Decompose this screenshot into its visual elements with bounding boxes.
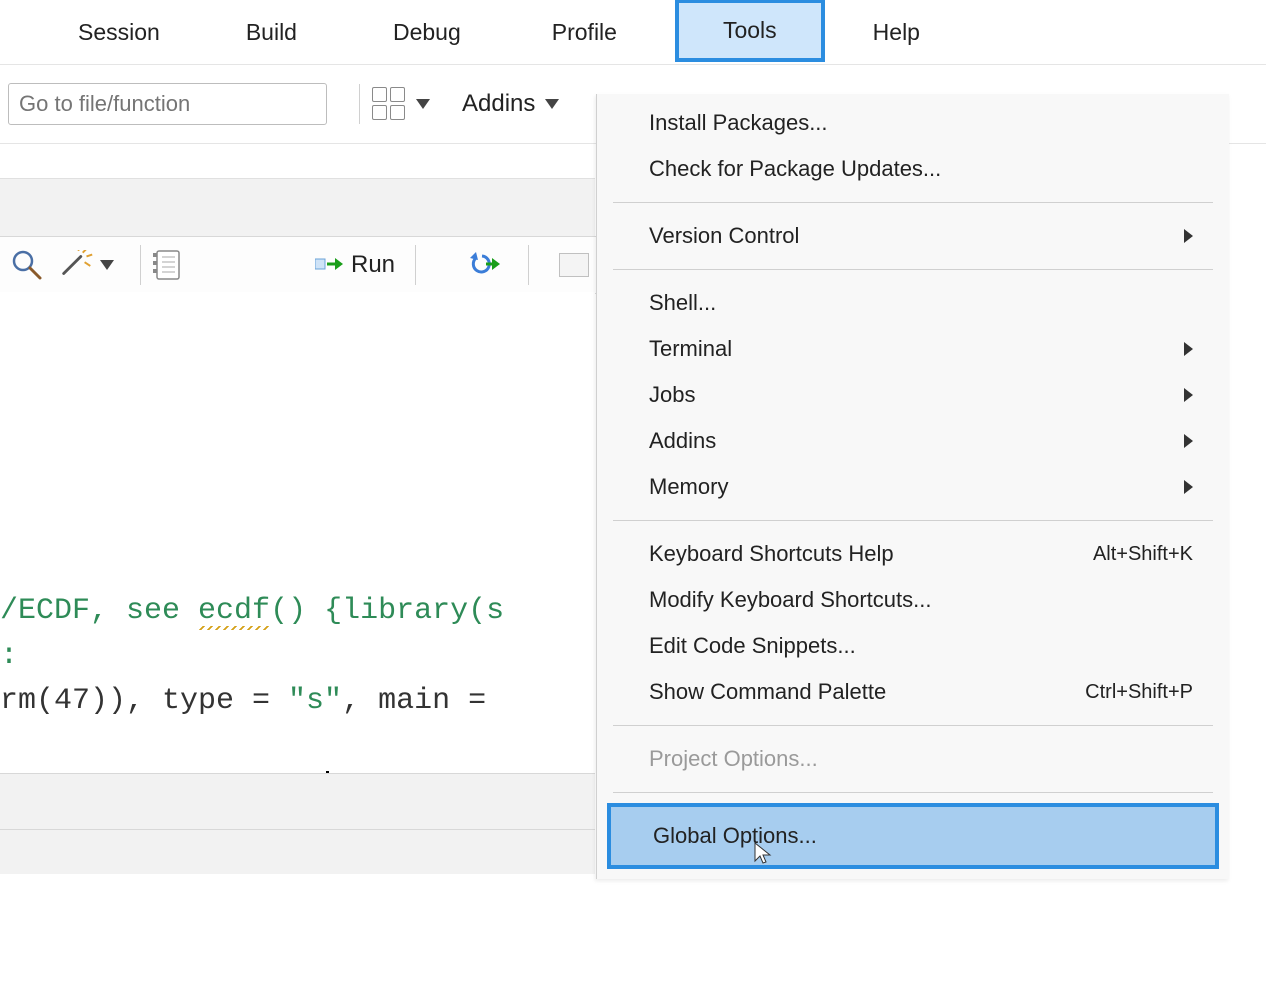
shortcut-label: Alt+Shift+K xyxy=(1093,543,1193,566)
cursor-icon xyxy=(753,841,773,871)
separator xyxy=(140,245,141,285)
menu-jobs[interactable]: Jobs xyxy=(597,372,1229,418)
run-label: Run xyxy=(351,251,395,279)
notebook-icon[interactable] xyxy=(153,249,181,281)
separator xyxy=(613,520,1213,521)
menu-build[interactable]: Build xyxy=(228,11,315,54)
menu-install-packages[interactable]: Install Packages... xyxy=(597,100,1229,146)
code-editor[interactable]: /ECDF, see ecdf() {library(s : rm(47)), … xyxy=(0,292,595,874)
menu-check-updates[interactable]: Check for Package Updates... xyxy=(597,146,1229,192)
chevron-right-icon xyxy=(1184,229,1193,243)
menu-terminal[interactable]: Terminal xyxy=(597,326,1229,372)
panes-icon[interactable] xyxy=(372,87,430,121)
menu-tools[interactable]: Tools xyxy=(675,0,825,62)
menu-keyboard-help[interactable]: Keyboard Shortcuts Help Alt+Shift+K xyxy=(597,531,1229,577)
menu-memory[interactable]: Memory xyxy=(597,464,1229,510)
editor-statusbar xyxy=(0,773,595,874)
menu-modify-shortcuts[interactable]: Modify Keyboard Shortcuts... xyxy=(597,577,1229,623)
menu-edit-snippets[interactable]: Edit Code Snippets... xyxy=(597,623,1229,669)
separator xyxy=(359,84,360,124)
chevron-right-icon xyxy=(1184,388,1193,402)
chevron-right-icon xyxy=(1184,480,1193,494)
separator xyxy=(415,245,416,285)
goto-input[interactable] xyxy=(8,83,327,125)
menubar: Session Build Debug Profile Tools Help xyxy=(0,0,1266,65)
separator xyxy=(528,245,529,285)
search-icon[interactable] xyxy=(10,248,44,282)
chevron-down-icon xyxy=(416,99,430,109)
menu-project-options: Project Options... xyxy=(597,736,1229,782)
shortcut-label: Ctrl+Shift+P xyxy=(1085,681,1193,704)
menu-debug[interactable]: Debug xyxy=(375,11,479,54)
source-extra-button[interactable] xyxy=(559,253,589,277)
menu-command-palette[interactable]: Show Command Palette Ctrl+Shift+P xyxy=(597,669,1229,715)
menu-help[interactable]: Help xyxy=(855,11,938,54)
wand-icon[interactable] xyxy=(58,250,114,280)
chevron-right-icon xyxy=(1184,434,1193,448)
menu-global-options[interactable]: Global Options... xyxy=(607,803,1219,869)
menu-addins[interactable]: Addins xyxy=(597,418,1229,464)
run-button[interactable]: Run xyxy=(315,251,395,279)
tools-dropdown: Install Packages... Check for Package Up… xyxy=(596,94,1229,879)
addins-label: Addins xyxy=(462,90,535,118)
addins-button[interactable]: Addins xyxy=(462,90,559,118)
source-toolbar: Run xyxy=(0,236,605,294)
separator xyxy=(613,792,1213,793)
chevron-right-icon xyxy=(1184,342,1193,356)
menu-session[interactable]: Session xyxy=(60,11,178,54)
rerun-icon[interactable] xyxy=(462,252,502,278)
chevron-down-icon xyxy=(100,260,114,270)
separator xyxy=(613,725,1213,726)
tabstrip-area xyxy=(0,178,595,238)
separator xyxy=(613,202,1213,203)
chevron-down-icon xyxy=(545,99,559,109)
menu-shell[interactable]: Shell... xyxy=(597,280,1229,326)
menu-version-control[interactable]: Version Control xyxy=(597,213,1229,259)
menu-profile[interactable]: Profile xyxy=(534,11,635,54)
separator xyxy=(613,269,1213,270)
